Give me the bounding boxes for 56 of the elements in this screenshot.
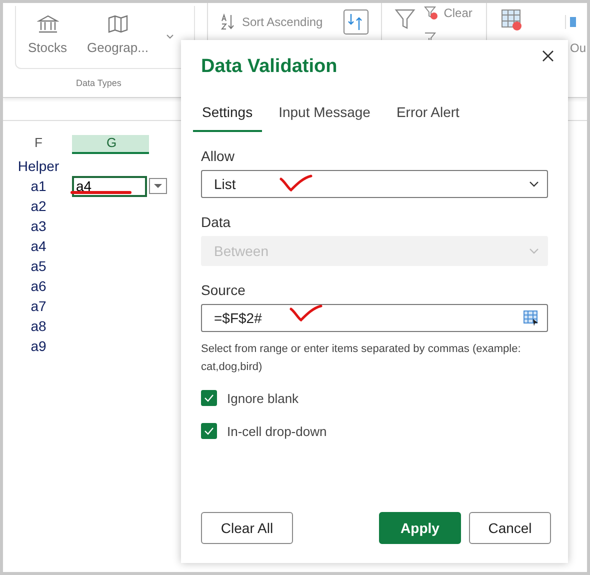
ribbon-button[interactable]: Stocks xyxy=(16,14,76,55)
dropdown-field[interactable]: List xyxy=(201,170,548,198)
filter-icon[interactable] xyxy=(394,8,416,30)
close-icon[interactable] xyxy=(542,50,554,62)
funnel-icon xyxy=(424,6,438,20)
table-cell-text: a8 xyxy=(30,318,48,334)
bank-icon xyxy=(36,14,58,34)
dropdown-button[interactable] xyxy=(149,178,167,194)
tab[interactable]: Input Message xyxy=(270,98,380,132)
dialog-title: Data Validation xyxy=(201,56,338,78)
field-label: Data xyxy=(201,214,232,230)
table-delete-icon[interactable] xyxy=(501,9,524,31)
table-cell-text: a5 xyxy=(30,258,48,274)
checkbox[interactable] xyxy=(201,423,217,439)
funnel-icon[interactable] xyxy=(424,32,438,40)
underline-mark xyxy=(70,190,132,195)
field-label: Allow xyxy=(201,148,236,164)
checkbox-label: In-cell drop-down xyxy=(227,424,327,438)
ribbon-button[interactable]: Clear xyxy=(424,6,472,26)
hint-text: Select from range or enter items separated by commas (example: cat,dog,bird) xyxy=(201,342,522,375)
tab[interactable]: Error Alert xyxy=(387,98,468,132)
outline-icon[interactable] xyxy=(564,15,576,29)
table-cell-text: a3 xyxy=(30,218,48,234)
checkbox-label: Ignore blank xyxy=(227,390,299,406)
dialog-button[interactable]: Clear All xyxy=(201,512,293,544)
dialog-button[interactable]: Cancel xyxy=(469,512,551,544)
table-cell-text: a7 xyxy=(30,298,48,314)
field-label: Source xyxy=(201,282,246,298)
ribbon-label: Ou xyxy=(570,41,586,55)
input-field[interactable]: =$F$2# xyxy=(201,304,548,332)
sort-ascending-button[interactable]: Sort Ascending xyxy=(220,9,323,35)
group-label: Data Types xyxy=(76,78,122,88)
check-icon xyxy=(204,394,214,402)
check-icon xyxy=(204,427,214,435)
table-cell-text: a9 xyxy=(30,338,48,354)
range-select-icon[interactable] xyxy=(523,310,539,326)
map-icon xyxy=(106,14,129,34)
dialog-button[interactable]: Apply xyxy=(379,512,461,544)
column-header[interactable]: G xyxy=(72,135,149,154)
table-cell-text: a4 xyxy=(30,238,48,254)
chevron-down-icon xyxy=(529,181,539,187)
column-header[interactable]: F xyxy=(3,135,72,152)
table-cell-text: Helper xyxy=(16,158,60,174)
checkbox[interactable] xyxy=(201,390,217,406)
table-cell-text: a1 xyxy=(30,178,48,194)
sort-ascending-icon xyxy=(220,13,236,31)
table-cell-text: a6 xyxy=(30,278,48,294)
check-mark-drawing xyxy=(289,304,323,322)
chevron-down-icon xyxy=(529,248,539,254)
tab[interactable]: Settings xyxy=(193,98,262,132)
chevron-down-icon[interactable] xyxy=(166,34,174,39)
check-mark-drawing xyxy=(279,174,313,192)
active-cell[interactable]: a4 xyxy=(72,176,147,196)
table-cell-text: a2 xyxy=(30,198,48,214)
sort-icon[interactable] xyxy=(342,9,369,35)
ribbon-button[interactable]: Geograp... xyxy=(75,14,156,55)
